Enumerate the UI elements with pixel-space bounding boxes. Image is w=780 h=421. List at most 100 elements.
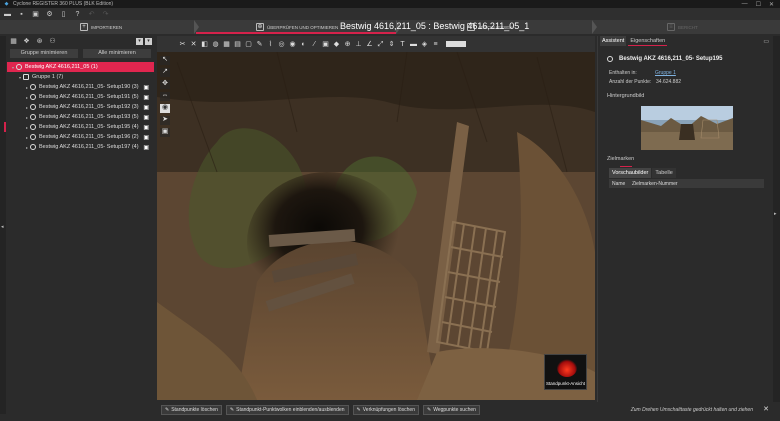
tree-row[interactable]: ▸ Bestwig AKZ 4616,211_05- Setup196 (2) ▣ <box>7 132 154 142</box>
point-cloud-icon[interactable]: ▣ <box>143 114 149 121</box>
undo-icon[interactable]: ↶ <box>88 11 95 18</box>
pen-icon[interactable]: ✎ <box>256 41 263 48</box>
maximize-button[interactable]: ☐ <box>756 1 761 8</box>
expand-icon[interactable]: ⤢ <box>377 41 384 48</box>
point-cloud-icon[interactable]: ▣ <box>143 94 149 101</box>
close-window-button[interactable]: ✕ <box>769 1 774 8</box>
settings-gear-icon[interactable]: ⚙ <box>46 11 53 18</box>
group-minimize-button[interactable]: Gruppe minimieren <box>10 49 78 58</box>
target-icon[interactable]: ◎ <box>278 41 285 48</box>
toggle-clouds-icon: ✎ <box>229 407 235 413</box>
filter-alt-icon[interactable]: ▾ <box>145 38 152 45</box>
tree-row-label: Bestwig AKZ 4616,211_05- Setup193 (5) <box>39 114 139 120</box>
angle-icon[interactable]: ∠ <box>366 41 373 48</box>
tab-properties[interactable]: Eigenschaften <box>628 36 668 46</box>
help-icon[interactable]: ? <box>74 11 81 18</box>
select-arrow-icon[interactable]: ↖ <box>160 56 170 65</box>
save-icon[interactable]: ▣ <box>32 11 39 18</box>
panel-options-icon[interactable]: ▭ <box>763 38 769 45</box>
cut-icon[interactable]: ✂ <box>179 41 186 48</box>
brush-icon[interactable]: ⌇ <box>267 41 274 48</box>
find-waypoints-button[interactable]: ✎ Wegpunkte suchen <box>423 405 480 415</box>
eyedropper-icon[interactable]: ⁄ <box>311 41 318 48</box>
tree-row[interactable]: ▾ Gruppe 1 (7) <box>7 72 154 82</box>
close-bottom-bar-icon[interactable]: ✕ <box>761 405 771 415</box>
pan-icon[interactable]: ✥ <box>160 80 170 89</box>
tree-row[interactable]: ▸ Bestwig AKZ 4616,211_05- Setup191 (5) ▣ <box>7 92 154 102</box>
tree-row[interactable]: ▸ Bestwig AKZ 4616,211_05- Setup195 (4) ▣ <box>4 122 154 132</box>
tab-thumbnails[interactable]: Vorschaubilder <box>609 168 652 178</box>
redo-icon[interactable]: ↷ <box>102 11 109 18</box>
group-icon <box>23 74 29 80</box>
grid-icon[interactable]: ▦ <box>223 41 230 48</box>
tree-row-label: Bestwig AKZ 4616,211_05- Setup196 (2) <box>39 134 139 140</box>
project-icon[interactable]: ▪ <box>18 11 25 18</box>
tree-row[interactable]: ▸ Bestwig AKZ 4616,211_05- Setup197 (4) ▣ <box>7 142 154 152</box>
right-panel-tabs: Assistent Eigenschaften ▭ <box>598 36 772 46</box>
link-icon[interactable]: ⚇ <box>49 38 56 45</box>
delete-standpoints-button[interactable]: ✎ Standpunkte löschen <box>161 405 222 415</box>
standpoint-icon[interactable]: ◉ <box>160 104 170 113</box>
rotate-hint: Zum Drehen Umschalttaste gedrückt halten… <box>630 407 753 413</box>
cube-view-icon[interactable]: ▣ <box>160 128 170 137</box>
camera-icon[interactable]: ▣ <box>322 41 329 48</box>
tree-row-label: Gruppe 1 (7) <box>32 74 64 80</box>
column-name[interactable]: Name <box>609 181 632 187</box>
measure-icon[interactable]: ⊥ <box>355 41 362 48</box>
background-image-preview[interactable] <box>641 106 733 150</box>
point-cloud-icon[interactable]: ▣ <box>143 144 149 151</box>
box-icon[interactable]: ▢ <box>245 41 252 48</box>
view-mode-icon[interactable]: ◈ <box>421 41 428 48</box>
view-cube-icon[interactable]: ◧ <box>201 41 208 48</box>
navigate-icon[interactable]: ➤ <box>160 116 170 125</box>
step-report[interactable]: ≡ BERICHT <box>667 20 698 34</box>
tree-row[interactable]: ▸ Bestwig AKZ 4616,211_05- Setup192 (3) ▣ <box>7 102 154 112</box>
tree-row[interactable]: ▸ Bestwig AKZ 4616,211_05- Setup190 (3) ▣ <box>7 82 154 92</box>
toggle-standpoint-clouds-button[interactable]: ✎ Standpunkt-Punktwolken einblenden/ausb… <box>225 405 349 415</box>
distance-icon[interactable]: ⇕ <box>388 41 395 48</box>
minimize-button[interactable]: — <box>742 1 748 8</box>
text-icon[interactable]: T <box>399 41 406 48</box>
point-cloud-icon[interactable]: ▣ <box>143 134 149 141</box>
scan-viewport[interactable] <box>157 52 595 400</box>
globe-icon[interactable]: ⊕ <box>344 41 351 48</box>
display-icon[interactable]: ▬ <box>410 41 417 48</box>
step-import[interactable]: + IMPORTIEREN <box>80 20 122 34</box>
collapse-left-icon[interactable]: ◂ <box>1 224 4 230</box>
tree-row[interactable]: ▸ Bestwig AKZ 4616,211_05- Setup193 (5) ▣ <box>7 112 154 122</box>
close-link-icon[interactable]: ✕ <box>190 41 197 48</box>
left-collapse-strip[interactable]: ◂ <box>0 36 6 414</box>
intensity-icon[interactable]: ◐ <box>300 41 307 48</box>
select-plus-icon[interactable]: ↗ <box>160 68 170 77</box>
color-icon[interactable]: ◉ <box>289 41 296 48</box>
delete-links-button[interactable]: ✎ Verknüpfungen löschen <box>352 405 419 415</box>
setup-node-icon <box>607 56 613 62</box>
collapse-right-icon[interactable]: ▸ <box>774 211 777 217</box>
tab-assistant[interactable]: Assistent <box>600 36 627 46</box>
setup-icon[interactable]: ⊛ <box>36 38 43 45</box>
marker-icon[interactable]: ◆ <box>333 41 340 48</box>
delete-links-icon: ✎ <box>356 407 361 413</box>
column-target-number[interactable]: Zielmarken-Nummer <box>632 181 678 187</box>
contained-in-link[interactable]: Gruppe 1 <box>655 70 676 76</box>
open-folder-icon[interactable]: ▬ <box>4 11 11 18</box>
right-collapse-strip[interactable]: ▸ <box>773 36 780 402</box>
point-cloud-icon[interactable]: ▣ <box>143 104 149 111</box>
stats-icon[interactable]: ≡ <box>432 41 439 48</box>
table-icon[interactable]: ▤ <box>234 41 241 48</box>
tree-view-icon[interactable]: ▦ <box>10 38 17 45</box>
sphere-icon[interactable]: ◍ <box>212 41 219 48</box>
filter-icon[interactable]: ▾ <box>136 38 143 45</box>
step-report-label: BERICHT <box>678 24 698 30</box>
point-cloud-icon[interactable]: ▣ <box>143 84 149 91</box>
layers-icon[interactable]: ❖ <box>23 38 30 45</box>
point-cloud-icon[interactable]: ▣ <box>143 124 149 131</box>
delete-icon[interactable]: ▯ <box>60 11 67 18</box>
zoom-input[interactable] <box>446 41 466 47</box>
setup-title: Bestwig AKZ 4616,211_05- Setup195 <box>607 56 723 62</box>
tree-row[interactable]: ▾ Bestwig AKZ 4616,211_05 (1) <box>7 62 154 72</box>
fit-icon[interactable]: ⇔ <box>160 92 170 101</box>
standpoint-view-button[interactable]: Standpunkt-Ansicht <box>544 354 587 390</box>
tab-table[interactable]: Tabelle <box>652 168 676 178</box>
all-minimize-button[interactable]: Alle minimieren <box>83 49 151 58</box>
